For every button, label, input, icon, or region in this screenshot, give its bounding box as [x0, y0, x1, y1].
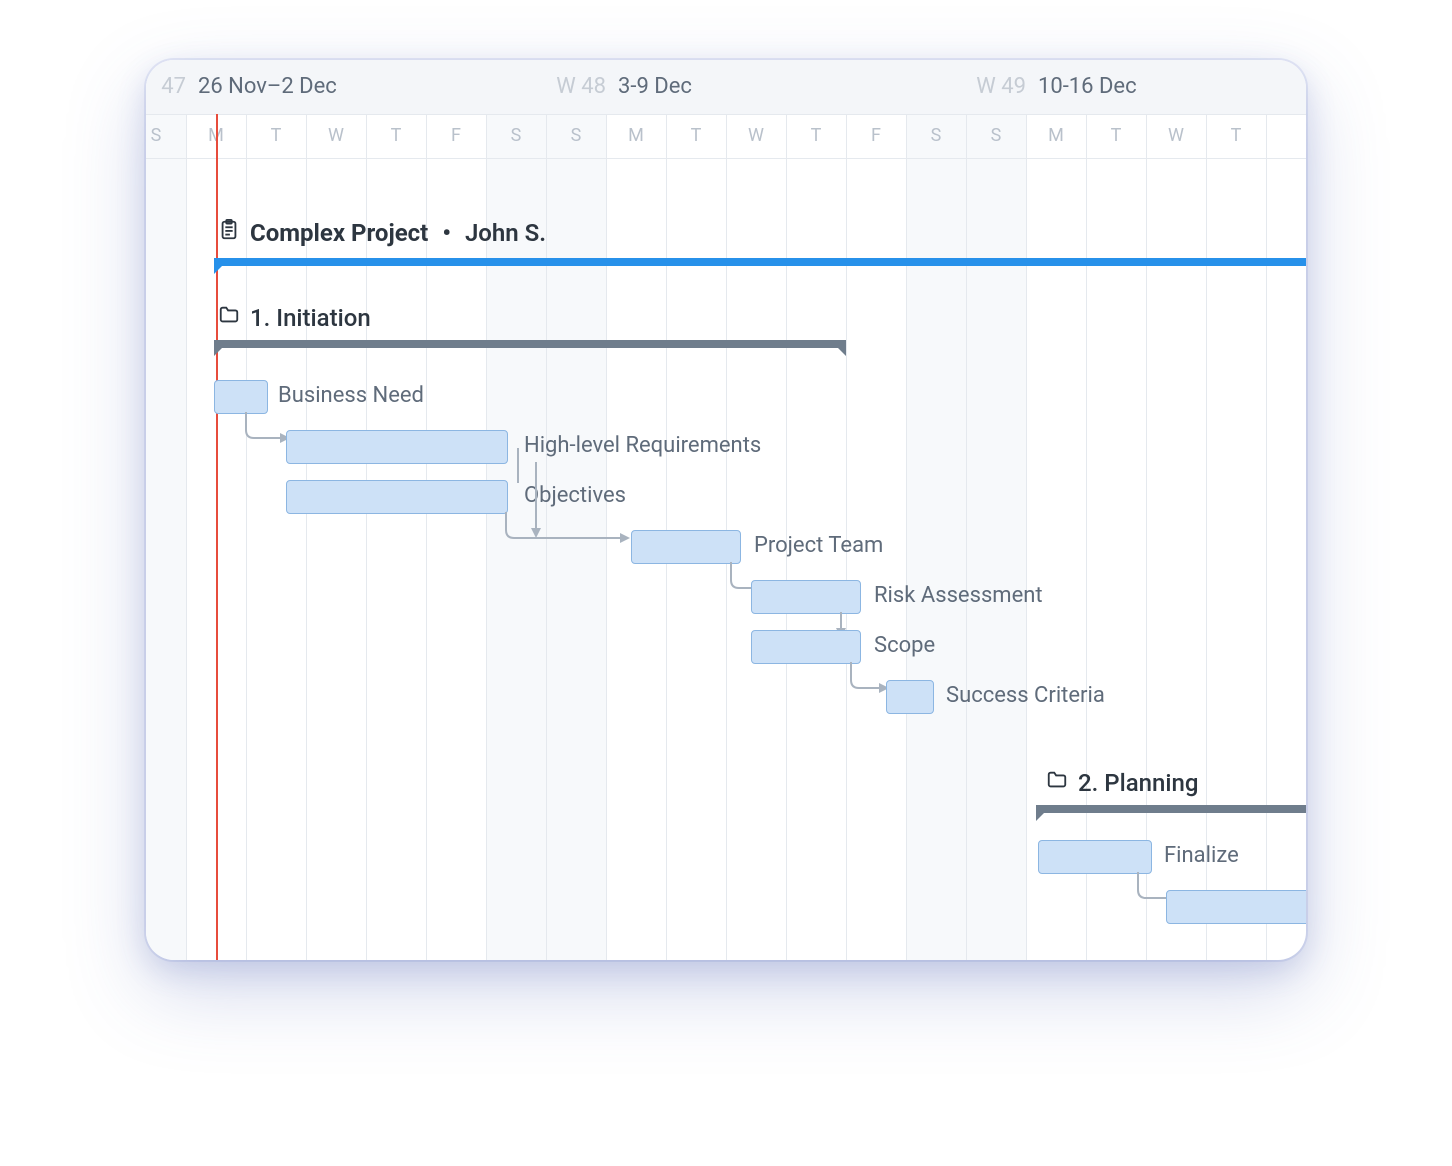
- task-bar[interactable]: [286, 430, 508, 464]
- week-range-label: 10-16 Dec: [1038, 74, 1137, 99]
- app-frame: 47 26 Nov–2 Dec W 48 3-9 Dec W 49 10-16 …: [146, 60, 1306, 960]
- day-label: S: [546, 114, 606, 158]
- task-label: Business Need: [278, 380, 424, 412]
- day-label: S: [966, 114, 1026, 158]
- group-summary-bar[interactable]: [1036, 805, 1306, 813]
- task-bar[interactable]: [886, 680, 934, 714]
- project-row[interactable]: Complex Project • John S.: [218, 210, 546, 256]
- week-header[interactable]: 3-9 Dec W 49: [606, 60, 1038, 115]
- day-column: [666, 60, 727, 960]
- day-label: T: [1206, 114, 1266, 158]
- task-label: Success Criteria: [946, 680, 1105, 712]
- day-label: T: [366, 114, 426, 158]
- task-bar[interactable]: [751, 630, 861, 664]
- week-number-label: W 48: [556, 60, 606, 114]
- week-range-label: 26 Nov–2 Dec: [198, 74, 337, 99]
- group-summary-bar[interactable]: [214, 340, 846, 348]
- task-bar[interactable]: [286, 480, 508, 514]
- gantt-scroll: 47 26 Nov–2 Dec W 48 3-9 Dec W 49 10-16 …: [146, 60, 1306, 960]
- task-label: Finalize: [1164, 840, 1239, 872]
- day-label: M: [1026, 114, 1086, 158]
- task-label: Risk Assessment: [874, 580, 1043, 612]
- folder-icon: [218, 304, 240, 332]
- day-label: F: [846, 114, 906, 158]
- group-title: 2. Planning: [1078, 769, 1198, 797]
- task-bar[interactable]: [1166, 890, 1306, 924]
- day-column: [786, 60, 847, 960]
- task-bar[interactable]: [1038, 840, 1152, 874]
- day-label: T: [246, 114, 306, 158]
- project-summary-bar[interactable]: [214, 258, 1306, 266]
- day-label: F: [426, 114, 486, 158]
- task-bar[interactable]: [214, 380, 268, 414]
- day-label: T: [786, 114, 846, 158]
- day-column: [726, 60, 787, 960]
- day-label: W: [726, 114, 786, 158]
- project-owner: John S.: [465, 219, 546, 247]
- group-row[interactable]: 2. Planning: [1046, 760, 1198, 806]
- task-label: Objectives: [524, 480, 626, 512]
- week-header[interactable]: 26 Nov–2 Dec W 48: [186, 60, 618, 115]
- day-label: W: [306, 114, 366, 158]
- day-column: [906, 60, 967, 960]
- day-label: T: [1086, 114, 1146, 158]
- day-label: S: [146, 114, 186, 158]
- group-row[interactable]: 1. Initiation: [218, 295, 371, 341]
- week-range-label: 3-9 Dec: [618, 74, 692, 99]
- day-column: [1266, 60, 1306, 960]
- day-column: [146, 60, 187, 960]
- task-bar[interactable]: [631, 530, 741, 564]
- day-column: [966, 60, 1027, 960]
- project-title: Complex Project: [250, 219, 428, 247]
- week-number-label: W 49: [976, 60, 1026, 114]
- day-column: [1146, 60, 1207, 960]
- day-label: M: [606, 114, 666, 158]
- task-label: Scope: [874, 630, 935, 662]
- folder-icon: [1046, 769, 1068, 797]
- task-bar[interactable]: [751, 580, 861, 614]
- day-label: S: [906, 114, 966, 158]
- week-header[interactable]: 10-16 Dec: [1026, 60, 1306, 115]
- task-label: High-level Requirements: [524, 430, 761, 462]
- day-label: T: [666, 114, 726, 158]
- task-label: Project Team: [754, 530, 883, 562]
- day-column: [1206, 60, 1267, 960]
- group-title: 1. Initiation: [250, 304, 371, 332]
- day-column: [1026, 60, 1087, 960]
- day-label: S: [486, 114, 546, 158]
- day-column: [1086, 60, 1147, 960]
- separator-dot: •: [438, 219, 455, 247]
- gantt-viewport[interactable]: 47 26 Nov–2 Dec W 48 3-9 Dec W 49 10-16 …: [146, 60, 1306, 960]
- day-label: W: [1146, 114, 1206, 158]
- day-column: [846, 60, 907, 960]
- project-icon: [218, 219, 240, 247]
